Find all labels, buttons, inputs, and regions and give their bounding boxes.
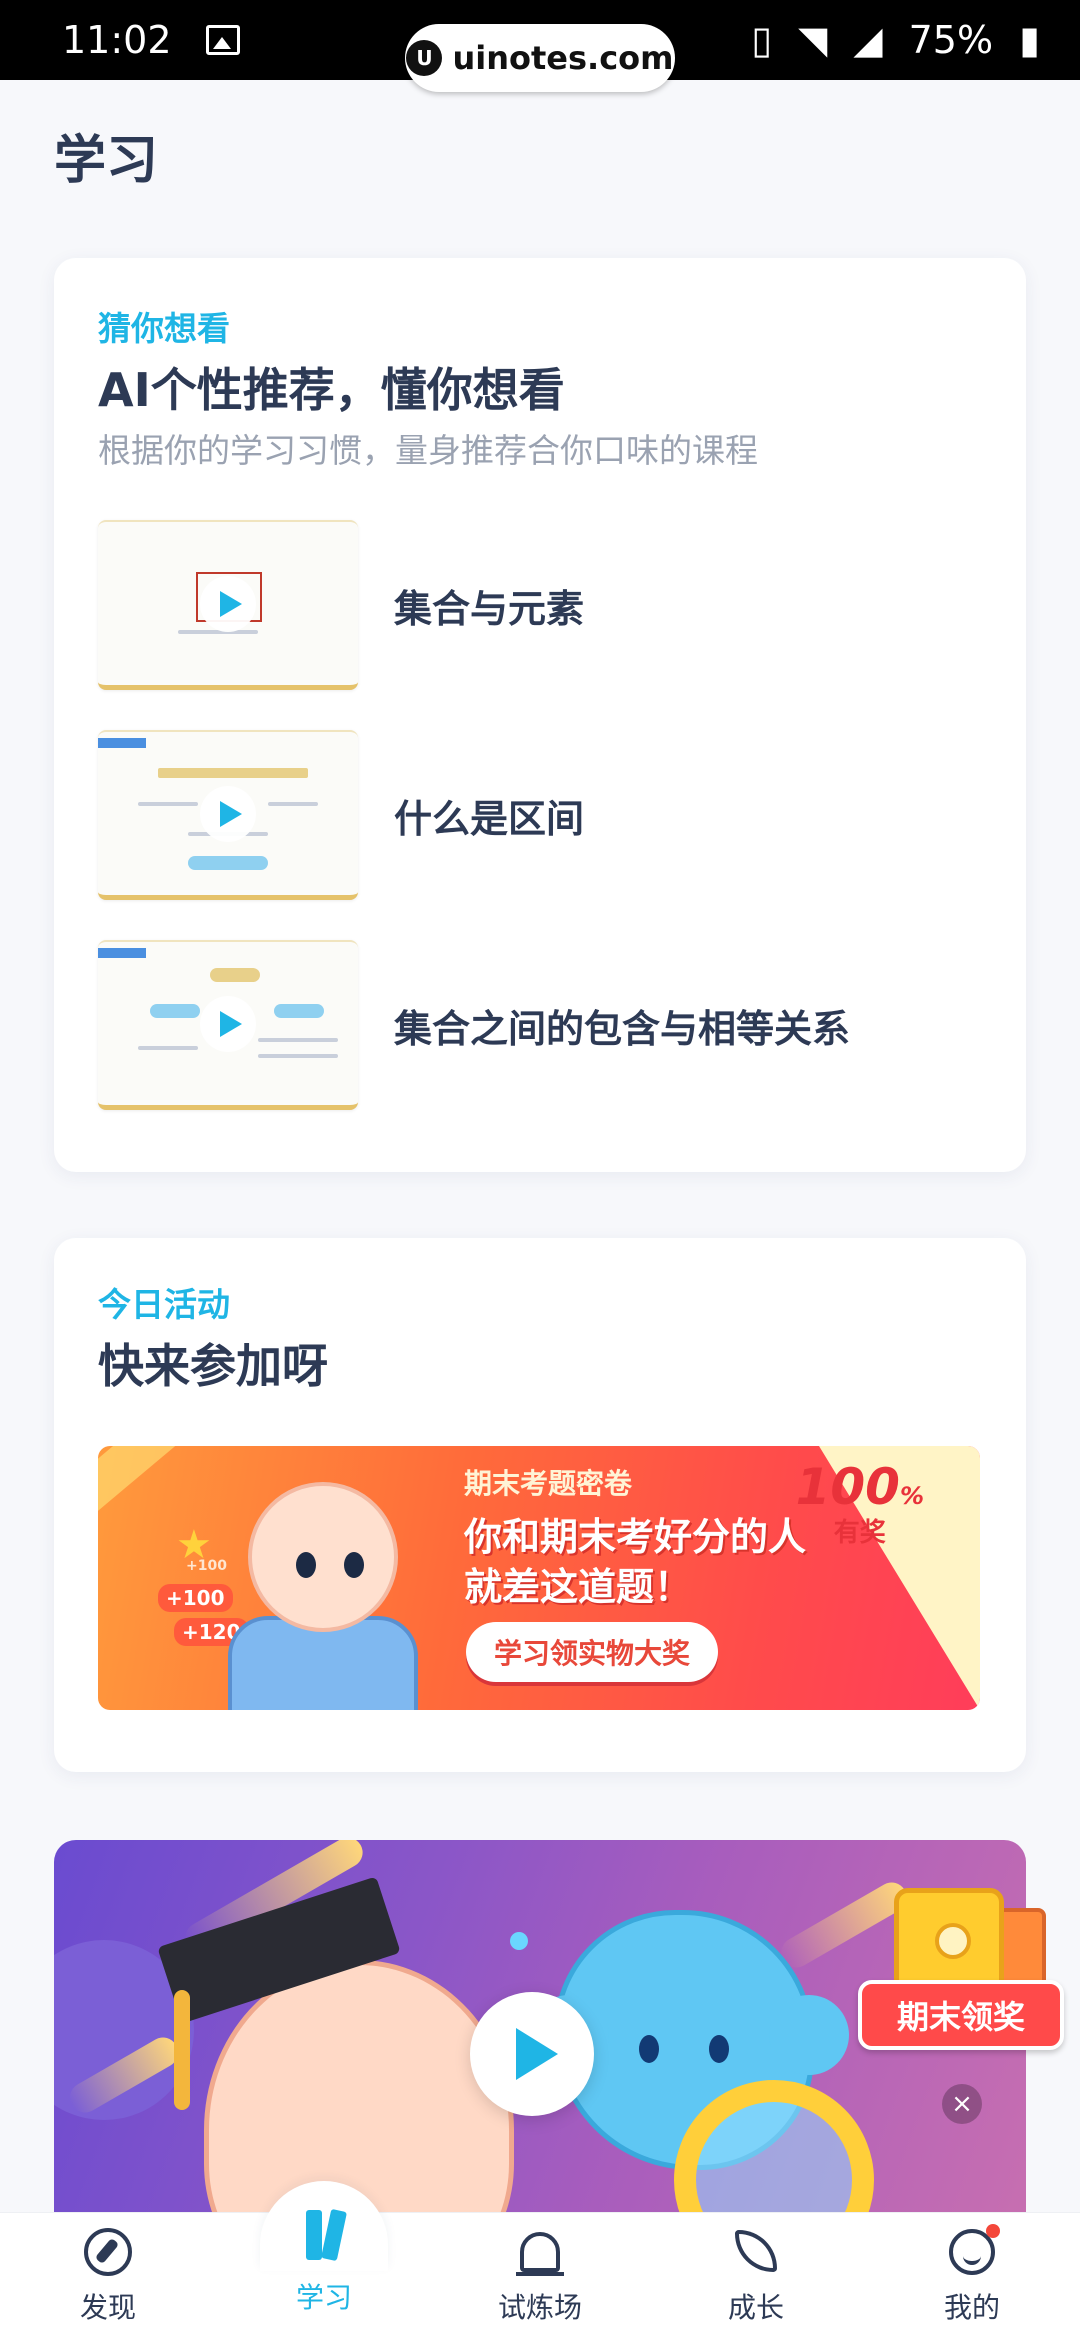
mascot-eye — [639, 2035, 659, 2063]
thumb-pill — [210, 968, 260, 982]
banner-badge: 100% 有奖 — [796, 1458, 924, 1549]
wifi-icon: ◥ — [798, 18, 828, 62]
nav-item-study[interactable]: 学习 — [216, 2181, 432, 2340]
thumb-line — [138, 802, 198, 806]
signal-icon: ◢ — [853, 18, 883, 62]
course-title[interactable]: 集合之间的包含与相等关系 — [394, 998, 850, 1053]
banner-headline-1: 你和期末考好分的人 — [464, 1515, 807, 1559]
notification-dot — [986, 2224, 1000, 2238]
bonus-label: +100 — [186, 1558, 227, 1574]
uinotes-logo-icon: U — [406, 40, 443, 76]
bell-icon — [514, 2226, 566, 2278]
thumb-pill — [188, 856, 268, 870]
banner-headline-2: 就差这道题！ — [464, 1565, 693, 1609]
thumb-line — [178, 630, 258, 634]
status-time: 11:02 — [62, 18, 172, 62]
dot-decoration — [510, 1932, 528, 1950]
leaf-icon — [730, 2226, 782, 2278]
nav-label: 试炼场 — [497, 2291, 582, 2324]
course-thumbnail[interactable] — [98, 520, 358, 690]
thumb-tag — [98, 948, 146, 958]
nav-label: 学习 — [295, 2281, 352, 2314]
thumb-pill — [150, 1004, 200, 1018]
activity-card: 今日活动 快来参加呀 ★ +100 +100 +120 期末考题密卷 你和期末考… — [54, 1238, 1026, 1772]
thumb-line — [158, 768, 308, 778]
profile-icon — [946, 2224, 1000, 2278]
url-watermark: U uinotes.com — [405, 24, 675, 92]
page-title: 学习 — [54, 131, 159, 191]
mascot-eye — [344, 1552, 364, 1578]
course-title[interactable]: 集合与元素 — [394, 578, 584, 633]
course-thumbnail[interactable] — [98, 730, 358, 900]
vibrate-icon: ▯ — [751, 18, 773, 62]
book-icon — [298, 2208, 350, 2262]
cap-tassel — [174, 1990, 190, 2110]
battery-level: 75% — [908, 18, 994, 62]
nav-item-profile[interactable]: 我的 — [864, 2213, 1080, 2340]
battery-icon: ▮ — [1019, 18, 1040, 62]
promo-label[interactable]: 期末领奖 — [858, 1980, 1064, 2050]
badge-unit: % — [899, 1482, 924, 1510]
image-notification-icon — [205, 25, 240, 55]
nav-item-practice[interactable]: 试炼场 — [432, 2213, 648, 2340]
nav-label: 成长 — [727, 2291, 784, 2324]
nav-label: 发现 — [79, 2291, 136, 2324]
mascot-ear — [769, 1995, 849, 2075]
banner-stripe — [98, 1446, 266, 1513]
close-icon[interactable]: × — [942, 2084, 982, 2124]
recommend-subtitle: 根据你的学习习惯，量身推荐合你口味的课程 — [98, 431, 758, 470]
mascot-eye — [709, 2035, 729, 2063]
thumb-line — [138, 1046, 198, 1050]
play-icon[interactable] — [200, 785, 256, 842]
nav-label: 我的 — [943, 2291, 1000, 2324]
course-item[interactable]: 集合与元素 — [98, 520, 978, 690]
thumb-line — [258, 1054, 338, 1058]
activity-heading: 快来参加呀 — [98, 1339, 328, 1393]
play-video-button[interactable] — [470, 1992, 594, 2116]
activity-eyebrow: 今日活动 — [98, 1285, 230, 1324]
recommend-card: 猜你想看 AI个性推荐，懂你想看 根据你的学习习惯，量身推荐合你口味的课程 集合… — [54, 258, 1026, 1172]
thumb-tag — [98, 738, 146, 748]
nav-item-discover[interactable]: 发现 — [0, 2213, 216, 2340]
bonus-label: +100 — [158, 1584, 233, 1612]
thumb-pill — [274, 1004, 324, 1018]
nav-item-growth[interactable]: 成长 — [648, 2213, 864, 2340]
recommend-eyebrow: 猜你想看 — [98, 309, 230, 348]
banner-cta-button[interactable]: 学习领实物大奖 — [466, 1622, 718, 1682]
course-title[interactable]: 什么是区间 — [394, 788, 584, 843]
mascot-eye — [296, 1552, 316, 1578]
activity-banner[interactable]: ★ +100 +100 +120 期末考题密卷 你和期末考好分的人 就差这道题！… — [98, 1446, 980, 1710]
thumb-line — [258, 1038, 338, 1042]
course-item[interactable]: 集合之间的包含与相等关系 — [98, 940, 978, 1110]
floating-promo[interactable]: 期末领奖 × — [858, 1888, 1068, 2124]
play-icon[interactable] — [200, 575, 256, 632]
compass-icon — [82, 2226, 134, 2278]
bottom-nav: 发现 学习 试炼场 成长 我的 — [0, 2181, 1080, 2340]
mascot-character — [248, 1482, 398, 1632]
banner-kicker: 期末考题密卷 — [464, 1467, 633, 1500]
recommend-heading: AI个性推荐，懂你想看 — [98, 363, 565, 417]
thumb-line — [268, 802, 318, 806]
url-text: uinotes.com — [452, 39, 674, 77]
course-thumbnail[interactable] — [98, 940, 358, 1110]
badge-subtitle: 有奖 — [833, 1518, 886, 1548]
badge-number: 100 — [795, 1458, 900, 1516]
play-icon[interactable] — [200, 995, 256, 1052]
course-item[interactable]: 什么是区间 — [98, 730, 978, 900]
